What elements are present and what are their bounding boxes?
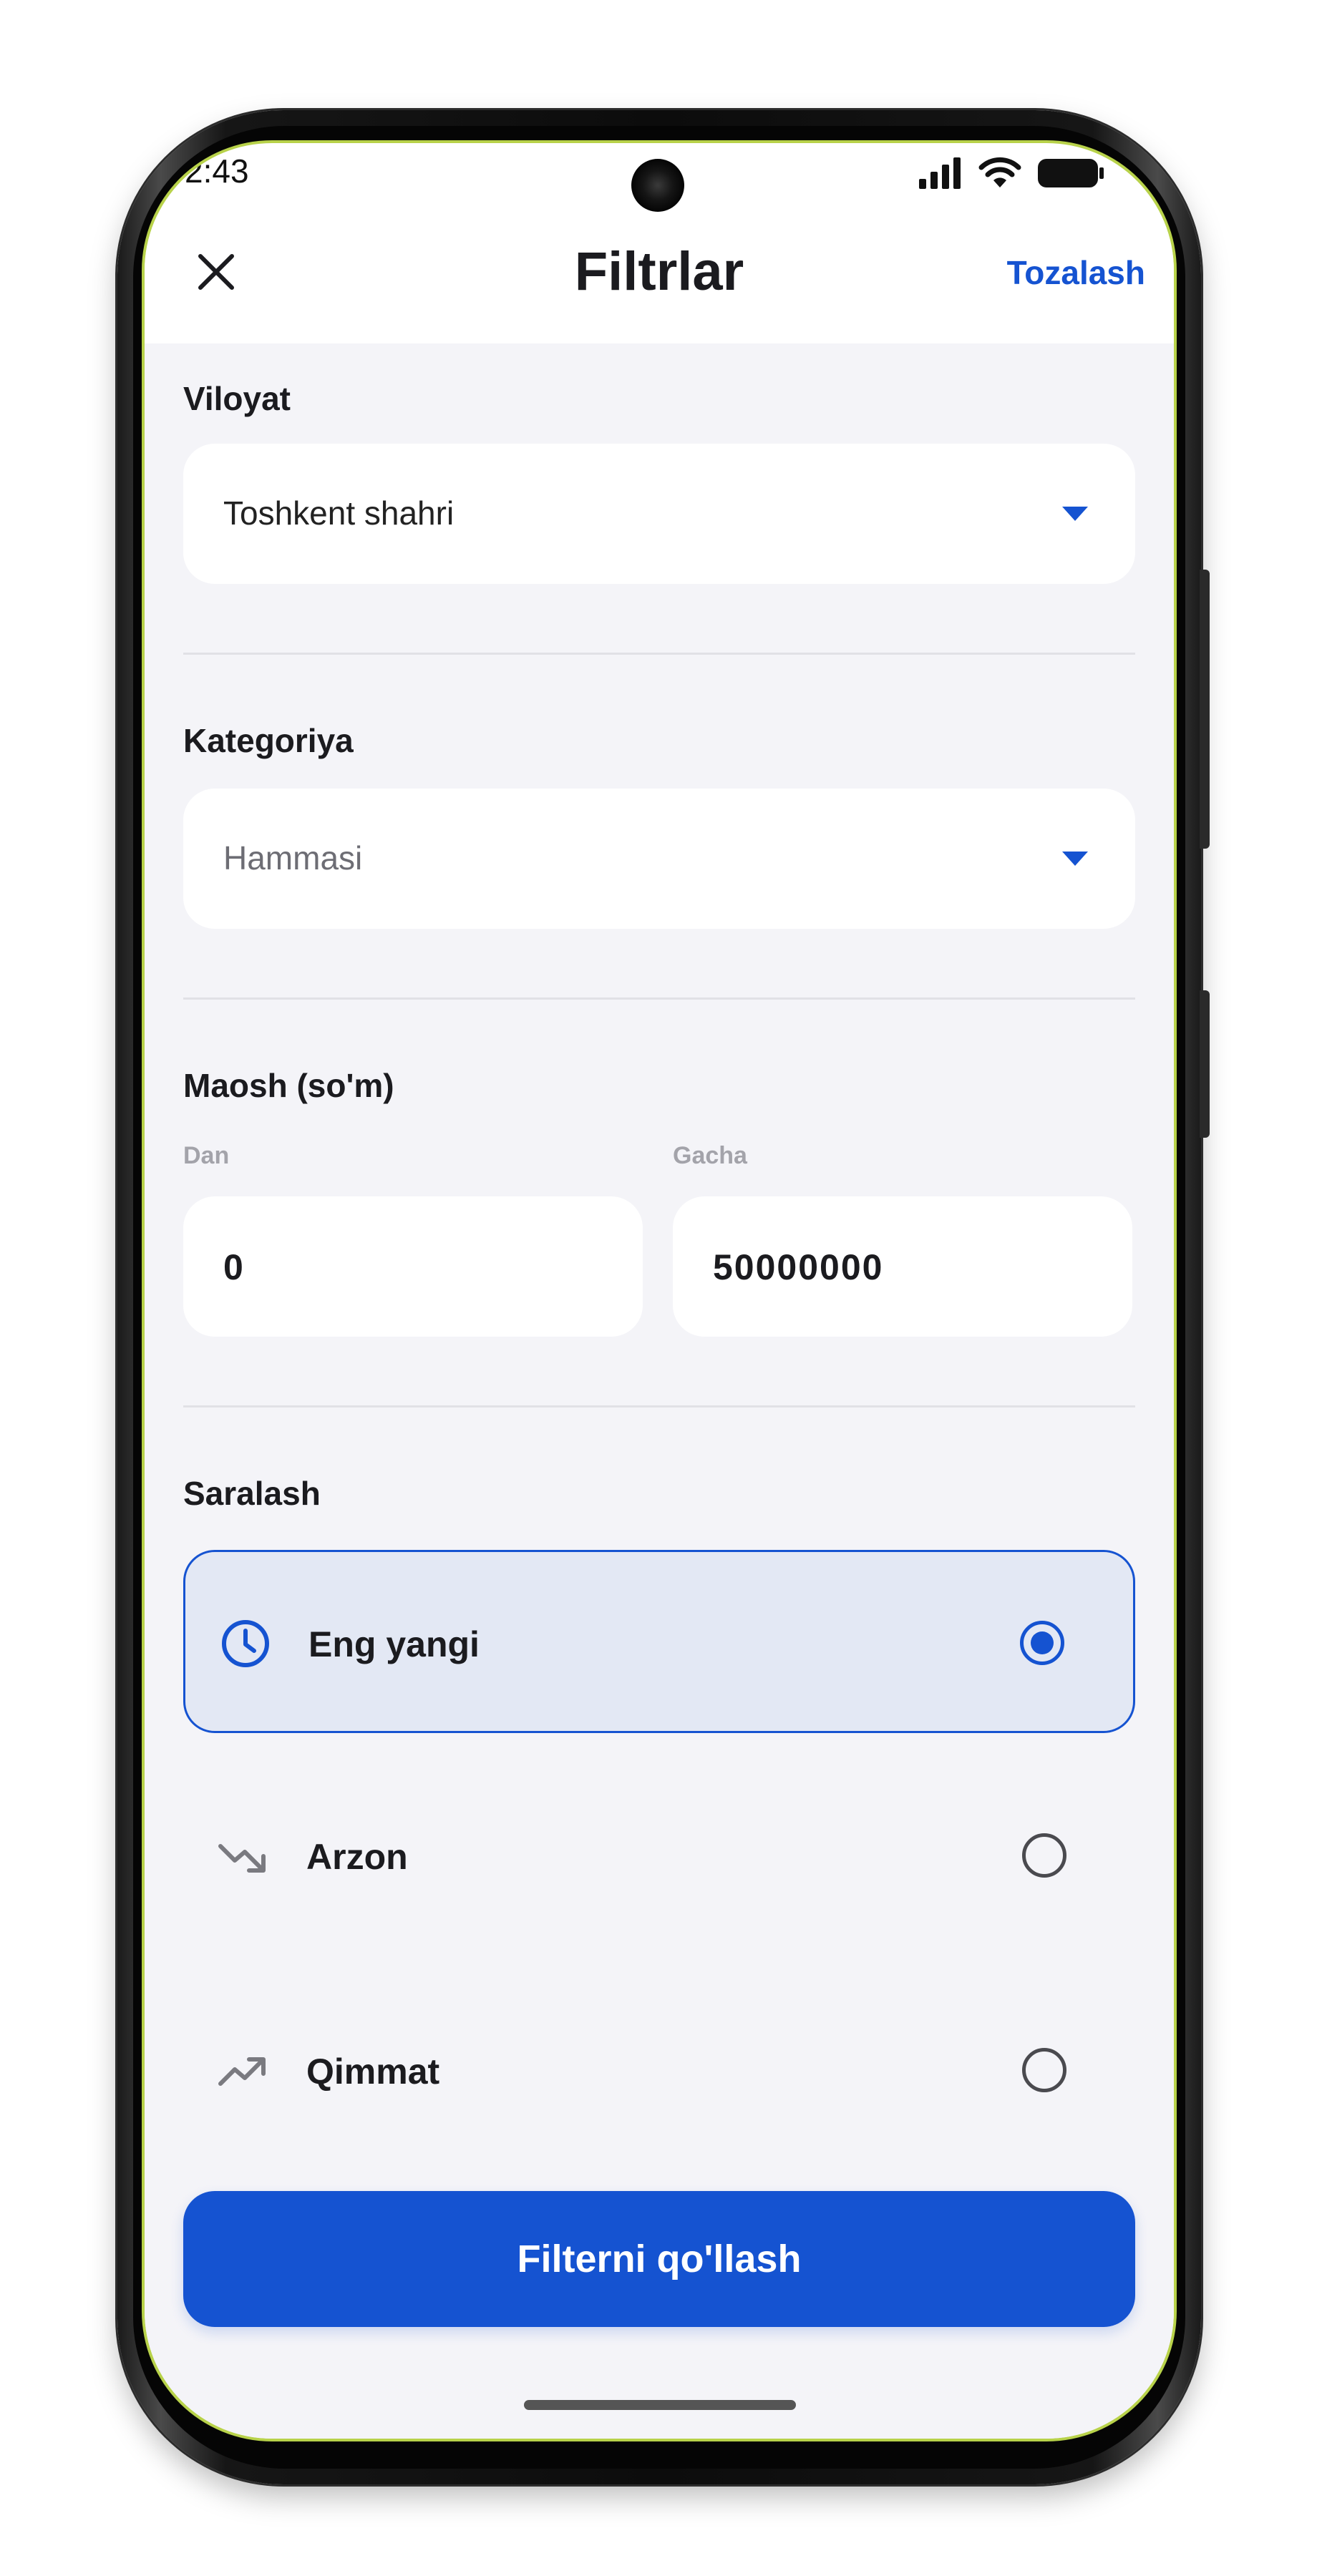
salary-to-value: 50000000: [713, 1247, 884, 1287]
clock-icon: [222, 1620, 269, 1667]
radio-selected[interactable]: [1020, 1621, 1064, 1665]
sort-option-cheap[interactable]: Arzon: [183, 1765, 1135, 1948]
clear-filters-button[interactable]: Tozalash: [1007, 253, 1145, 292]
sort-option-label: Eng yangi: [308, 1624, 480, 1664]
region-dropdown[interactable]: Toshkent shahri: [183, 444, 1135, 584]
status-icons: [918, 156, 1105, 190]
home-indicator: [524, 2400, 796, 2410]
sort-label: Saralash: [183, 1475, 321, 1512]
chevron-down-icon: [1062, 507, 1088, 521]
region-value: Toshkent shahri: [223, 494, 455, 532]
trending-down-icon: [218, 1844, 266, 1873]
header: Filtrlar Tozalash: [145, 215, 1174, 343]
category-value: Hammasi: [223, 839, 363, 877]
radio-unselected[interactable]: [1022, 2048, 1066, 2092]
salary-from-input[interactable]: 0: [183, 1196, 643, 1337]
category-label: Kategoriya: [183, 722, 354, 759]
sort-option-label: Qimmat: [306, 2051, 440, 2092]
volume-button: [1200, 570, 1210, 849]
battery-icon: [1038, 159, 1104, 187]
radio-unselected[interactable]: [1022, 1833, 1066, 1878]
wifi-icon: [978, 157, 1021, 187]
divider: [183, 997, 1135, 1000]
apply-filter-label: Filterni qo'llash: [517, 2238, 802, 2280]
status-time: 2:43: [185, 152, 249, 190]
app-screen: 2:43 Filtrlar Tozalash Viloyat Toshkent …: [145, 143, 1174, 2439]
power-button: [1200, 990, 1210, 1138]
signal-icon: [919, 157, 961, 189]
filters-content: Viloyat Toshkent shahri Kategoriya Hamma…: [145, 343, 1174, 2439]
salary-to-label: Gacha: [673, 1142, 747, 1169]
trending-up-icon: [218, 2057, 266, 2086]
divider: [183, 1405, 1135, 1407]
salary-from-label: Dan: [183, 1142, 230, 1169]
salary-from-value: 0: [223, 1247, 245, 1287]
sort-option-expensive[interactable]: Qimmat: [183, 1979, 1135, 2162]
divider: [183, 653, 1135, 655]
front-camera: [631, 159, 684, 212]
salary-to-input[interactable]: 50000000: [673, 1196, 1132, 1337]
status-bar: 2:43: [145, 143, 1174, 215]
region-label: Viloyat: [183, 380, 291, 417]
salary-label: Maosh (so'm): [183, 1067, 394, 1104]
category-dropdown[interactable]: Hammasi: [183, 789, 1135, 929]
sort-option-label: Arzon: [306, 1837, 408, 1877]
chevron-down-icon: [1062, 852, 1088, 866]
sort-option-newest[interactable]: Eng yangi: [183, 1550, 1135, 1733]
apply-filter-button[interactable]: Filterni qo'llash: [183, 2191, 1135, 2327]
